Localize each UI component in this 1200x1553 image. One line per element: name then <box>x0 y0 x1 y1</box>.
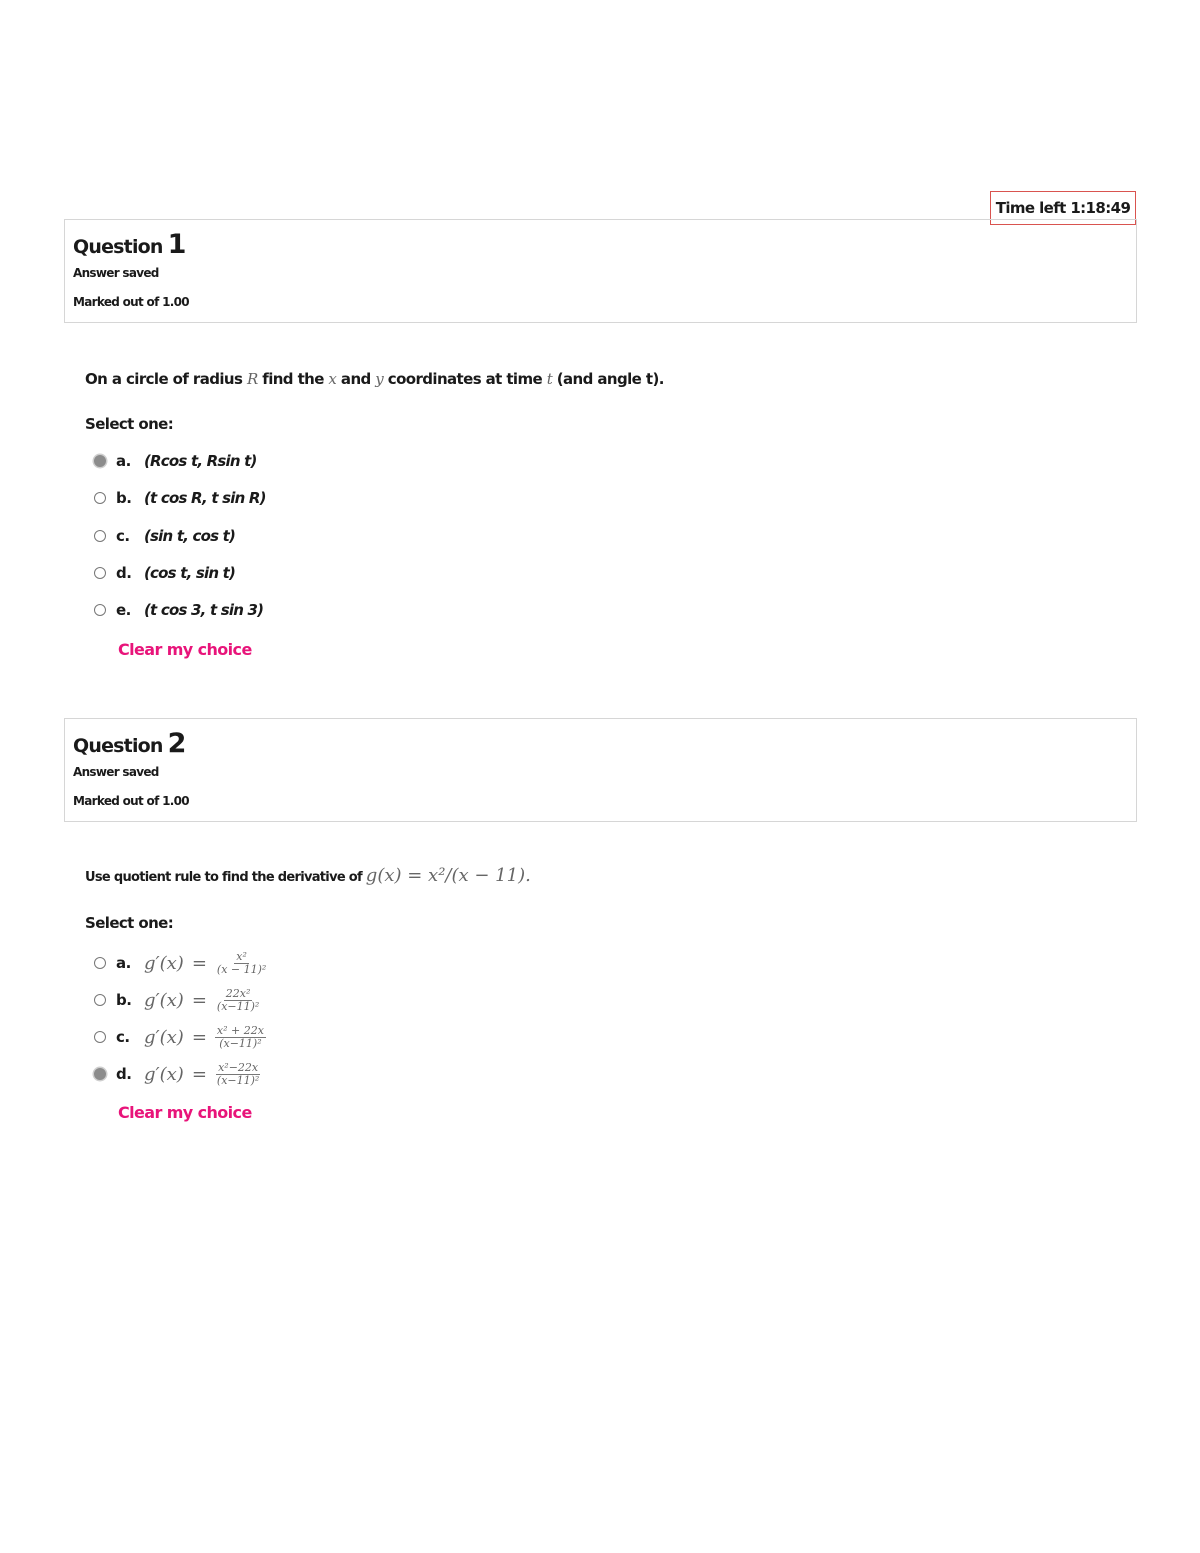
question-2-clear-choice-link[interactable]: Clear my choice <box>118 1103 252 1122</box>
radio-unchecked-icon[interactable] <box>94 994 106 1006</box>
option-text: (t cos R, t sin R) <box>144 489 267 507</box>
option-letter: d. <box>116 564 132 582</box>
option-letter: a. <box>116 452 131 470</box>
q1-text-part: On a circle of radius <box>85 370 247 388</box>
q1-text-part: (and angle t). <box>552 370 665 388</box>
math-fraction: x²−22x (x−11)² <box>215 1060 261 1087</box>
radio-checked-icon[interactable] <box>94 455 106 467</box>
radio-unchecked-icon[interactable] <box>94 492 106 504</box>
q1-text-part: coordinates at time <box>383 370 547 388</box>
question-1-clear-choice-link[interactable]: Clear my choice <box>118 640 252 659</box>
option-math: g′(x) = x²−22x (x−11)² <box>144 1060 261 1087</box>
question-label: Question <box>73 236 163 258</box>
question-2-option-c[interactable]: c. g′(x) = x² + 22x (x−11)² <box>94 1022 266 1052</box>
option-letter: c. <box>116 527 130 545</box>
option-letter: b. <box>116 991 132 1009</box>
fraction-numerator: x²−22x <box>216 1060 261 1075</box>
option-letter: e. <box>116 601 131 619</box>
option-math: g′(x) = x² (x − 11)² <box>144 949 268 976</box>
radio-unchecked-icon[interactable] <box>94 1031 106 1043</box>
math-formula: g(x) = x²/(x − 11). <box>365 865 531 886</box>
question-1-option-b[interactable]: b. (t cos R, t sin R) <box>94 486 267 510</box>
question-2-option-b[interactable]: b. g′(x) = 22x² (x−11)² <box>94 985 261 1015</box>
math-R: R <box>246 370 258 388</box>
radio-unchecked-icon[interactable] <box>94 957 106 969</box>
question-number: 2 <box>167 728 187 759</box>
option-letter: a. <box>116 954 131 972</box>
fraction-denominator: (x−11)² <box>216 1073 260 1087</box>
math-fraction: 22x² (x−11)² <box>215 986 261 1013</box>
q2-text-part: Use quotient rule to find the derivative… <box>85 870 366 885</box>
question-1-info: Question 1 Answer saved Marked out of 1.0… <box>64 219 1137 323</box>
question-label: Question <box>73 735 163 757</box>
radio-unchecked-icon[interactable] <box>94 530 106 542</box>
question-2-option-a[interactable]: a. g′(x) = x² (x − 11)² <box>94 948 268 978</box>
math-lhs: g′(x) <box>144 989 184 1011</box>
math-fraction: x² (x − 11)² <box>215 949 268 976</box>
fraction-numerator: 22x² <box>223 986 253 1001</box>
option-text: (Rcos t, Rsin t) <box>144 452 257 470</box>
math-lhs: g′(x) <box>144 1026 184 1048</box>
radio-checked-icon[interactable] <box>94 1068 106 1080</box>
question-1-title: Question 1 <box>73 230 1136 262</box>
option-letter: d. <box>116 1065 132 1083</box>
question-2-text: Use quotient rule to find the derivative… <box>85 865 531 886</box>
math-lhs: g′(x) <box>144 952 184 974</box>
option-math: g′(x) = 22x² (x−11)² <box>144 986 261 1013</box>
option-text: (sin t, cos t) <box>144 527 236 545</box>
q1-text-part: find the <box>257 370 329 388</box>
option-math: g′(x) = x² + 22x (x−11)² <box>144 1023 266 1050</box>
math-lhs: g′(x) <box>144 1063 184 1085</box>
math-fraction: x² + 22x (x−11)² <box>214 1023 266 1050</box>
math-y: y <box>375 370 384 388</box>
option-letter: b. <box>116 489 132 507</box>
math-equals: = <box>191 952 207 974</box>
question-1-grade: Marked out of 1.00 <box>73 295 190 309</box>
option-text: (cos t, sin t) <box>144 564 236 582</box>
question-1-prompt: Select one: <box>85 415 174 433</box>
option-text: (t cos 3, t sin 3) <box>144 601 264 619</box>
question-1-option-a[interactable]: a. (Rcos t, Rsin t) <box>94 449 257 473</box>
question-2-state: Answer saved <box>73 765 159 779</box>
question-1-text: On a circle of radius R find the x and y… <box>85 370 664 388</box>
math-equals: = <box>191 1026 207 1048</box>
question-2-prompt: Select one: <box>85 914 174 932</box>
radio-unchecked-icon[interactable] <box>94 567 106 579</box>
fraction-denominator: (x−11)² <box>216 999 260 1013</box>
option-letter: c. <box>116 1028 130 1046</box>
radio-unchecked-icon[interactable] <box>94 604 106 616</box>
question-1-option-d[interactable]: d. (cos t, sin t) <box>94 561 236 585</box>
question-2-title: Question 2 <box>73 729 1136 761</box>
question-number: 1 <box>167 229 187 260</box>
fraction-denominator: (x − 11)² <box>216 962 267 976</box>
fraction-numerator: x² <box>234 949 249 964</box>
question-2-grade: Marked out of 1.00 <box>73 794 190 808</box>
fraction-numerator: x² + 22x <box>214 1023 266 1038</box>
math-equals: = <box>191 989 207 1011</box>
question-1-state: Answer saved <box>73 266 159 280</box>
question-1-option-e[interactable]: e. (t cos 3, t sin 3) <box>94 598 264 622</box>
q1-text-part: and <box>336 370 376 388</box>
question-1-option-c[interactable]: c. (sin t, cos t) <box>94 524 236 548</box>
math-equals: = <box>191 1063 207 1085</box>
fraction-denominator: (x−11)² <box>219 1036 262 1050</box>
question-2-info: Question 2 Answer saved Marked out of 1.0… <box>64 718 1137 822</box>
question-2-option-d[interactable]: d. g′(x) = x²−22x (x−11)² <box>94 1059 261 1089</box>
